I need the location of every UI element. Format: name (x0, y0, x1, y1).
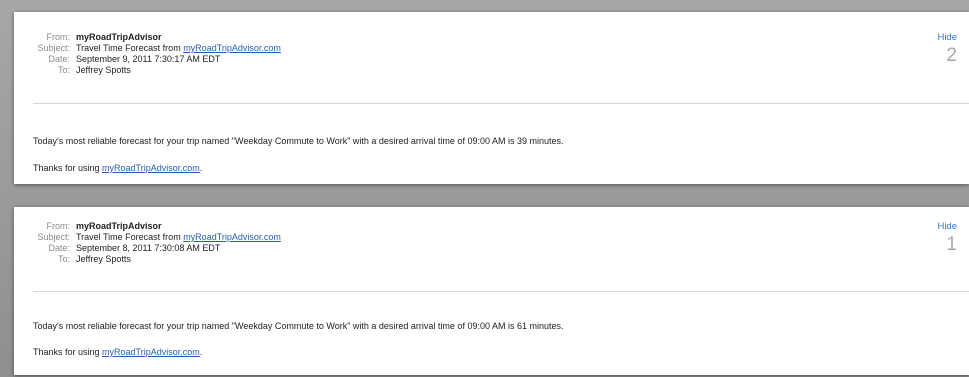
from-value: myRoadTripAdvisor (76, 221, 162, 231)
thanks-link[interactable]: myRoadTripAdvisor.com (102, 163, 200, 173)
to-label: To: (57, 254, 70, 264)
message-number: 2 (946, 45, 957, 66)
to-label: To: (57, 65, 70, 75)
hide-link[interactable]: Hide (937, 32, 957, 43)
date-row: Date: September 8, 2011 7:30:08 AM EDT (14, 243, 281, 254)
subject-link[interactable]: myRoadTripAdvisor.com (183, 232, 281, 242)
date-value: September 9, 2011 7:30:17 AM EDT (76, 54, 221, 64)
from-value: myRoadTripAdvisor (76, 32, 162, 42)
date-row: Date: September 9, 2011 7:30:17 AM EDT (14, 54, 281, 65)
subject-value: Travel Time Forecast from myRoadTripAdvi… (76, 232, 281, 243)
subject-label: Subject: (37, 43, 70, 53)
header-divider (33, 291, 969, 292)
from-row: From: myRoadTripAdvisor (14, 32, 281, 43)
subject-text: Travel Time Forecast from (76, 43, 184, 53)
thanks-text: Thanks for using (33, 347, 103, 357)
date-value: September 8, 2011 7:30:08 AM EDT (76, 243, 221, 253)
header-divider (33, 103, 969, 104)
from-row: From: myRoadTripAdvisor (14, 221, 281, 232)
to-row: To: Jeffrey Spotts (14, 65, 281, 76)
email-headers: From: myRoadTripAdvisor Subject: Travel … (14, 32, 281, 76)
email-headers: From: myRoadTripAdvisor Subject: Travel … (14, 221, 281, 265)
from-label: From: (46, 221, 71, 231)
message-body: Today's most reliable forecast for your … (33, 321, 564, 331)
to-value: Jeffrey Spotts (76, 254, 131, 264)
message-number: 1 (946, 234, 957, 255)
subject-row: Subject: Travel Time Forecast from myRoa… (14, 43, 281, 54)
to-row: To: Jeffrey Spotts (14, 254, 281, 265)
email-message: From: myRoadTripAdvisor Subject: Travel … (14, 207, 969, 375)
from-label: From: (46, 32, 71, 42)
thanks-link[interactable]: myRoadTripAdvisor.com (102, 347, 200, 357)
subject-row: Subject: Travel Time Forecast from myRoa… (14, 232, 281, 243)
thanks-suffix: . (199, 163, 203, 173)
subject-label: Subject: (37, 232, 70, 242)
hide-link[interactable]: Hide (937, 221, 957, 232)
thanks-line: Thanks for using myRoadTripAdvisor.com. (33, 347, 202, 357)
date-label: Date: (48, 243, 70, 253)
subject-link[interactable]: myRoadTripAdvisor.com (183, 43, 281, 53)
email-message: From: myRoadTripAdvisor Subject: Travel … (14, 12, 969, 184)
to-value: Jeffrey Spotts (76, 65, 131, 75)
subject-value: Travel Time Forecast from myRoadTripAdvi… (76, 43, 281, 54)
subject-text: Travel Time Forecast from (76, 232, 184, 242)
message-body: Today's most reliable forecast for your … (33, 136, 564, 146)
thanks-line: Thanks for using myRoadTripAdvisor.com. (33, 163, 202, 173)
thanks-text: Thanks for using (33, 163, 103, 173)
date-label: Date: (48, 54, 70, 64)
thanks-suffix: . (199, 347, 203, 357)
